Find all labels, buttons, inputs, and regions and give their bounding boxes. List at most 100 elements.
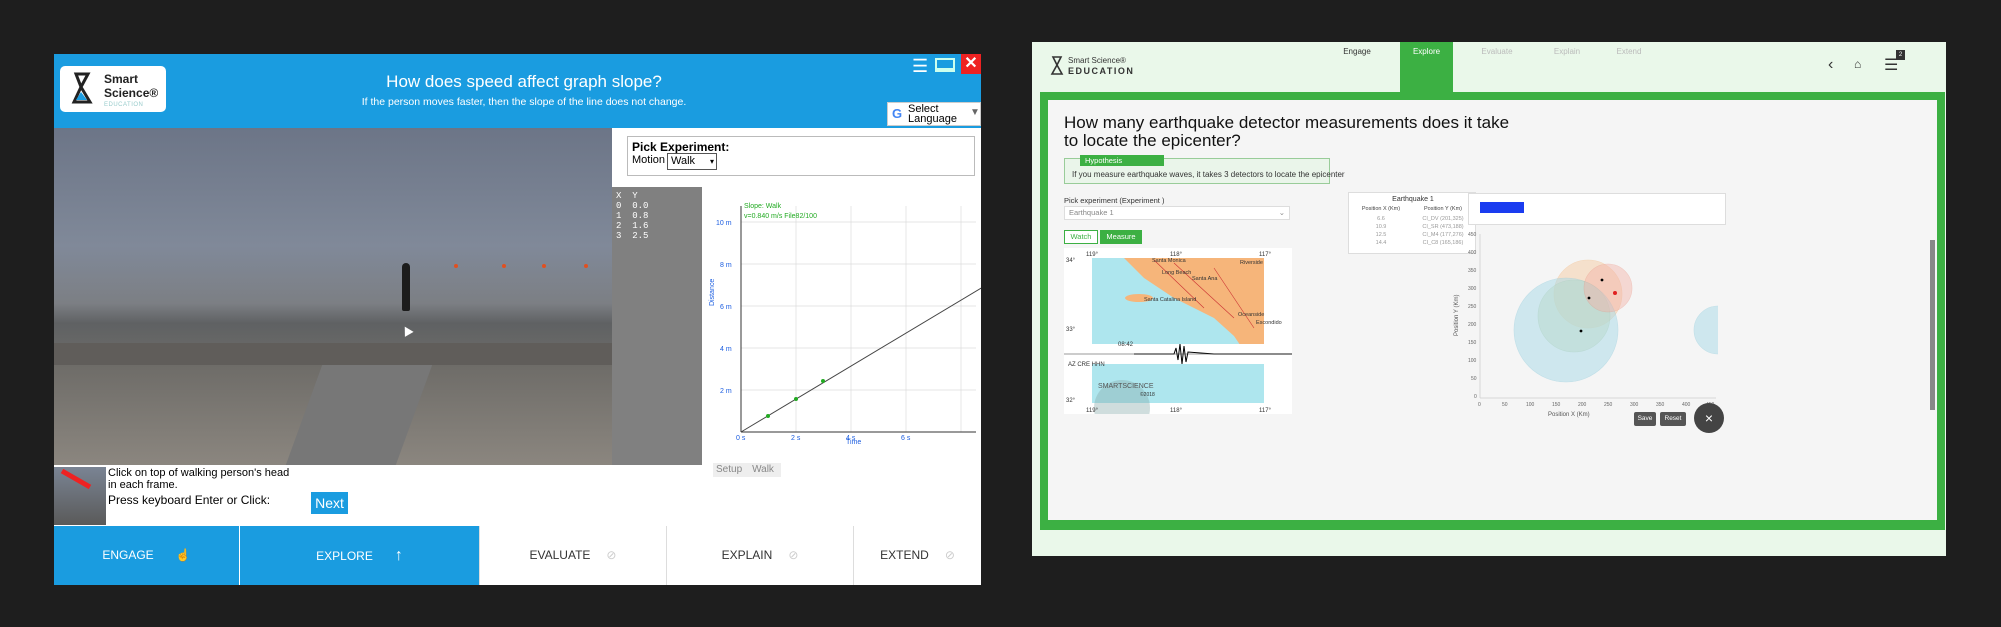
x-tick: 6 s — [901, 435, 911, 442]
menu-badge: 2 — [1896, 50, 1905, 60]
y-tick: 200 — [1468, 322, 1477, 328]
place-label: Santa Ana — [1192, 276, 1218, 282]
instruction-line2: in each frame. — [108, 479, 178, 491]
x-tick: 300 — [1630, 402, 1639, 408]
tab-setup[interactable]: Setup — [713, 463, 746, 477]
chevron-down-icon: ▾ — [709, 157, 714, 166]
content-frame: How many earthquake detector measurement… — [1040, 92, 1945, 530]
x-tick: 0 s — [736, 435, 746, 442]
language-label-2: Language — [908, 113, 957, 125]
nav-evaluate-label: EVALUATE — [529, 548, 591, 562]
tab-explore[interactable]: Explore — [1400, 42, 1453, 92]
flask-icon — [1050, 56, 1064, 75]
chevron-down-icon: ▼ — [970, 107, 980, 118]
brand-watermark: SMARTSCIENCE — [1098, 383, 1154, 390]
place-label: Escondido — [1256, 320, 1282, 326]
tab-walk[interactable]: Walk — [745, 463, 781, 477]
epicenter-plot[interactable]: 450 400 350 300 250 200 150 100 50 0 0 5… — [1448, 226, 1743, 426]
map-lat-bot: 32° — [1066, 398, 1076, 404]
experiment-select[interactable]: Earthquake 1 ⌄ — [1064, 206, 1290, 220]
trend-line — [740, 287, 981, 433]
place-label: Santa Monica — [1152, 258, 1187, 264]
y-tick: 6 m — [720, 304, 732, 311]
instruction-text: Click on top of walking person's head in … — [108, 467, 289, 491]
walking-person — [402, 263, 410, 311]
tab-engage[interactable]: Engage — [1332, 42, 1382, 92]
watch-button[interactable]: Watch — [1064, 230, 1098, 244]
y-tick: 4 m — [720, 346, 732, 353]
motion-label: Motion — [632, 154, 666, 166]
column-header: Position X (Km) — [1361, 206, 1401, 212]
hand-icon: ☝ — [175, 548, 191, 562]
nav-extend[interactable]: EXTEND ⊘ — [853, 526, 981, 585]
place-label: Santa Catalina Island — [1144, 297, 1196, 303]
marker-dot — [542, 264, 546, 268]
map-lat-mid: 33° — [1066, 327, 1076, 333]
column-header: Position Y (Km) — [1423, 206, 1462, 212]
earthquake-app-window: Smart Science® EDUCATION Engage Explore … — [1032, 42, 1946, 556]
measure-button[interactable]: Measure — [1100, 230, 1142, 244]
content-area: How many earthquake detector measurement… — [1048, 100, 1937, 520]
seawall — [54, 343, 612, 365]
y-tick: 300 — [1468, 286, 1477, 292]
scrollbar[interactable] — [1930, 240, 1935, 410]
seismogram-map[interactable]: 119° 118° 117° 34° 33° 32° 119° 118° 117… — [1064, 248, 1292, 436]
monitor-icon[interactable] — [935, 58, 955, 72]
nav-engage[interactable]: ENGAGE ☝ — [54, 526, 239, 585]
table-cell: 14.4 — [1375, 240, 1387, 246]
range-circle — [1693, 305, 1743, 355]
y-tick: 100 — [1468, 358, 1477, 364]
y-tick: 2 m — [720, 388, 732, 395]
reset-button[interactable]: Reset — [1660, 412, 1686, 426]
x-tick: 400 — [1682, 402, 1691, 408]
logo-line2: EDUCATION — [1068, 66, 1135, 76]
y-tick: 350 — [1468, 268, 1477, 274]
header-bar: Smart Science® EDUCATION How does speed a… — [54, 54, 981, 128]
logo-line1: Smart — [104, 72, 139, 86]
tab-evaluate[interactable]: Evaluate — [1472, 42, 1522, 92]
menu-icon[interactable]: ☰ — [912, 56, 928, 77]
save-button[interactable]: Save — [1634, 412, 1656, 426]
logo-line1: Smart Science® — [1068, 56, 1126, 65]
disabled-icon: ⊘ — [788, 548, 799, 562]
home-icon[interactable]: ⌂ — [1854, 57, 1861, 71]
back-chevron-icon[interactable]: ‹ — [1828, 56, 1833, 74]
nav-explain[interactable]: EXPLAIN ⊘ — [666, 526, 853, 585]
nav-engage-label: ENGAGE — [102, 548, 154, 562]
nav-explore[interactable]: EXPLORE ↑ — [239, 526, 479, 585]
pick-experiment-label: Pick Experiment: — [632, 140, 730, 154]
nav-explain-label: EXPLAIN — [721, 548, 773, 562]
map-lon-br: 117° — [1259, 408, 1272, 414]
map-lon-tl: 119° — [1086, 252, 1099, 258]
header-bar: Smart Science® EDUCATION Engage Explore … — [1032, 42, 1946, 92]
map-lon-bc: 118° — [1170, 408, 1183, 414]
x-tick: 200 — [1578, 402, 1587, 408]
select-language-button[interactable]: G Select Language ▼ — [887, 102, 981, 126]
tab-explain[interactable]: Explain — [1542, 42, 1592, 92]
earthquake-legend-chip[interactable] — [1480, 202, 1524, 213]
table-title: Earthquake 1 — [1392, 196, 1434, 203]
close-button[interactable]: ✕ — [961, 54, 981, 74]
table-cell: 12.5 — [1375, 232, 1387, 238]
chevron-down-icon: ⌄ — [1278, 208, 1285, 217]
motion-select[interactable]: Walk ▾ — [667, 153, 717, 170]
x-tick: 150 — [1552, 402, 1561, 408]
x-tick: 100 — [1526, 402, 1535, 408]
marker-dot — [502, 264, 506, 268]
disabled-icon: ⊘ — [944, 548, 955, 562]
x-tick: 50 — [1502, 402, 1508, 408]
tab-extend[interactable]: Extend — [1604, 42, 1654, 92]
hypothesis-text: If you measure earthquake waves, it take… — [1072, 170, 1345, 179]
y-tick: 150 — [1468, 340, 1477, 346]
y-axis-label: Distance — [709, 279, 716, 306]
instruction-line3: Press keyboard Enter or Click: — [108, 493, 271, 507]
y-tick: 250 — [1468, 304, 1477, 310]
next-button[interactable]: Next — [311, 492, 348, 514]
pointer-arrow-icon — [60, 469, 92, 490]
experiment-video[interactable] — [54, 128, 612, 465]
map-lon-bl: 119° — [1086, 408, 1099, 414]
nav-evaluate[interactable]: EVALUATE ⊘ — [479, 526, 666, 585]
rate-label: v=0.840 m/s File82/100 — [744, 213, 817, 220]
close-icon[interactable]: × — [1694, 403, 1724, 433]
map-svg: 119° 118° 117° 34° 33° 32° 119° 118° 117… — [1064, 252, 1292, 436]
